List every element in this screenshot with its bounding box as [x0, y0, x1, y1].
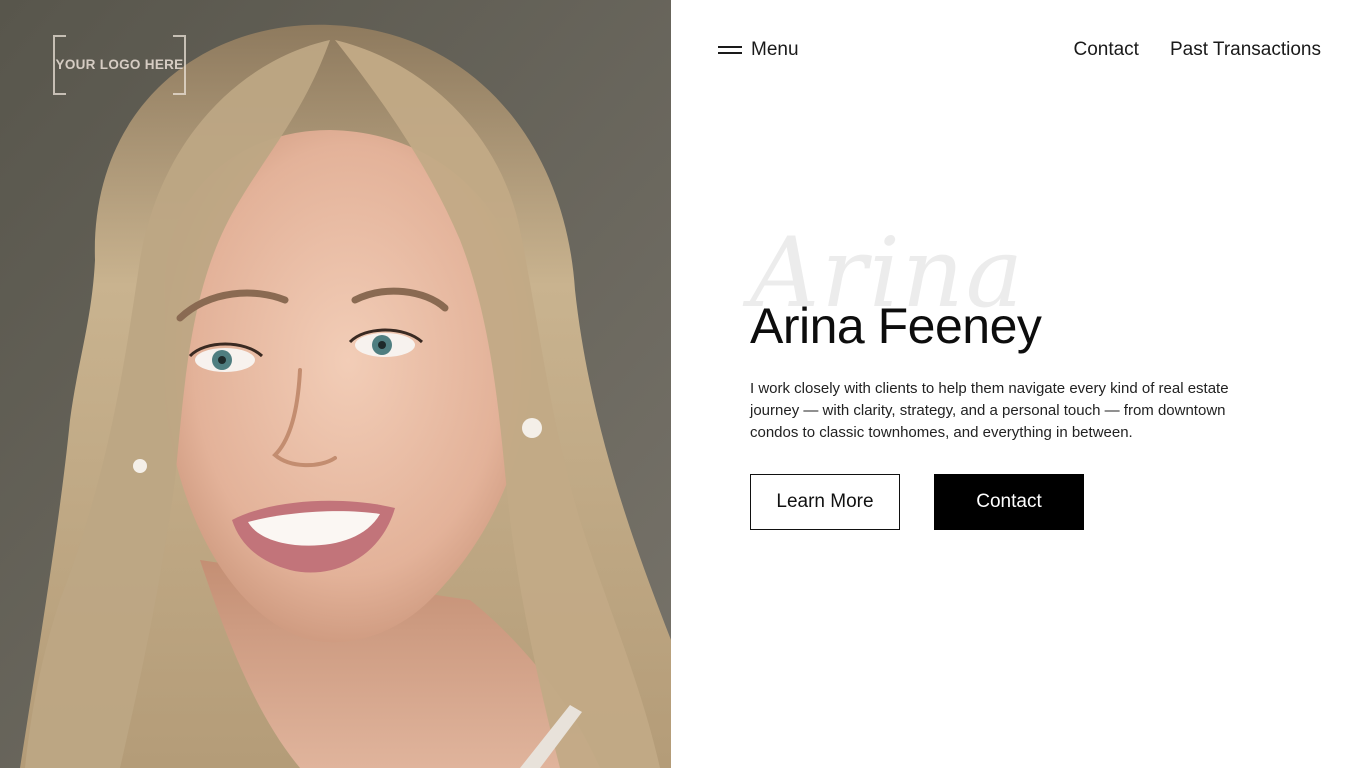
- agent-name-heading: Arina Feeney: [750, 298, 1042, 354]
- menu-label: Menu: [751, 39, 799, 60]
- content-panel: Menu Contact Past Transactions Arina Ari…: [671, 0, 1366, 768]
- logo-bracket-left: [53, 35, 66, 95]
- agent-portrait-image: [0, 0, 671, 768]
- hamburger-icon: [718, 46, 742, 54]
- agent-bio: I work closely with clients to help them…: [750, 380, 1229, 441]
- nav-link-past-transactions[interactable]: Past Transactions: [1170, 39, 1321, 61]
- agent-photo-panel: YOUR LOGO HERE: [0, 0, 671, 768]
- nav-link-contact[interactable]: Contact: [1073, 39, 1138, 61]
- nav-links: Contact Past Transactions: [1073, 39, 1321, 61]
- menu-button[interactable]: Menu: [718, 39, 799, 61]
- top-navigation: Menu Contact Past Transactions: [718, 36, 1321, 64]
- contact-button[interactable]: Contact: [934, 474, 1084, 530]
- logo-bracket-right: [173, 35, 186, 95]
- learn-more-button[interactable]: Learn More: [750, 474, 900, 530]
- cta-buttons: Learn More Contact: [750, 474, 1084, 530]
- logo-text: YOUR LOGO HERE: [55, 56, 184, 72]
- site-logo[interactable]: YOUR LOGO HERE: [53, 35, 186, 95]
- page: YOUR LOGO HERE Menu Contact Past Transac…: [0, 0, 1366, 768]
